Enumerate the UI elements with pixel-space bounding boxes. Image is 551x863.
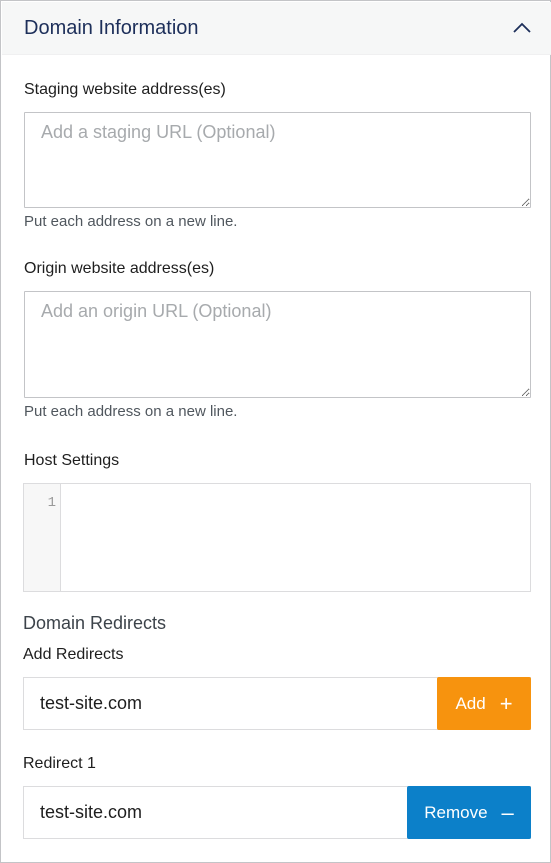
redirect-1-label: Redirect 1 — [23, 755, 96, 772]
host-settings-label: Host Settings — [24, 452, 120, 469]
line-number: 1 — [47, 495, 56, 511]
host-settings-editor[interactable]: 1 — [23, 483, 531, 592]
origin-help-text: Put each address on a new line. — [24, 403, 238, 420]
minus-icon: – — [501, 799, 514, 825]
panel-header[interactable]: Domain Information — [2, 2, 551, 55]
remove-redirect-button[interactable]: Remove – — [407, 786, 531, 839]
line-number-gutter: 1 — [24, 484, 61, 591]
staging-label: Staging website address(es) — [24, 81, 226, 98]
remove-button-label: Remove — [424, 802, 488, 822]
add-button-label: Add — [455, 693, 486, 713]
domain-redirects-title: Domain Redirects — [23, 613, 167, 633]
add-redirect-button[interactable]: Add + — [437, 677, 531, 730]
plus-icon: + — [499, 690, 513, 716]
add-redirects-label: Add Redirects — [23, 646, 124, 663]
panel-title: Domain Information — [24, 17, 199, 39]
staging-url-textarea[interactable] — [24, 112, 531, 208]
staging-help-text: Put each address on a new line. — [24, 213, 238, 230]
origin-label: Origin website address(es) — [24, 260, 215, 277]
domain-information-panel: Domain Information Staging website addre… — [0, 0, 551, 863]
chevron-up-icon[interactable] — [507, 13, 537, 43]
origin-url-textarea[interactable] — [24, 291, 531, 398]
